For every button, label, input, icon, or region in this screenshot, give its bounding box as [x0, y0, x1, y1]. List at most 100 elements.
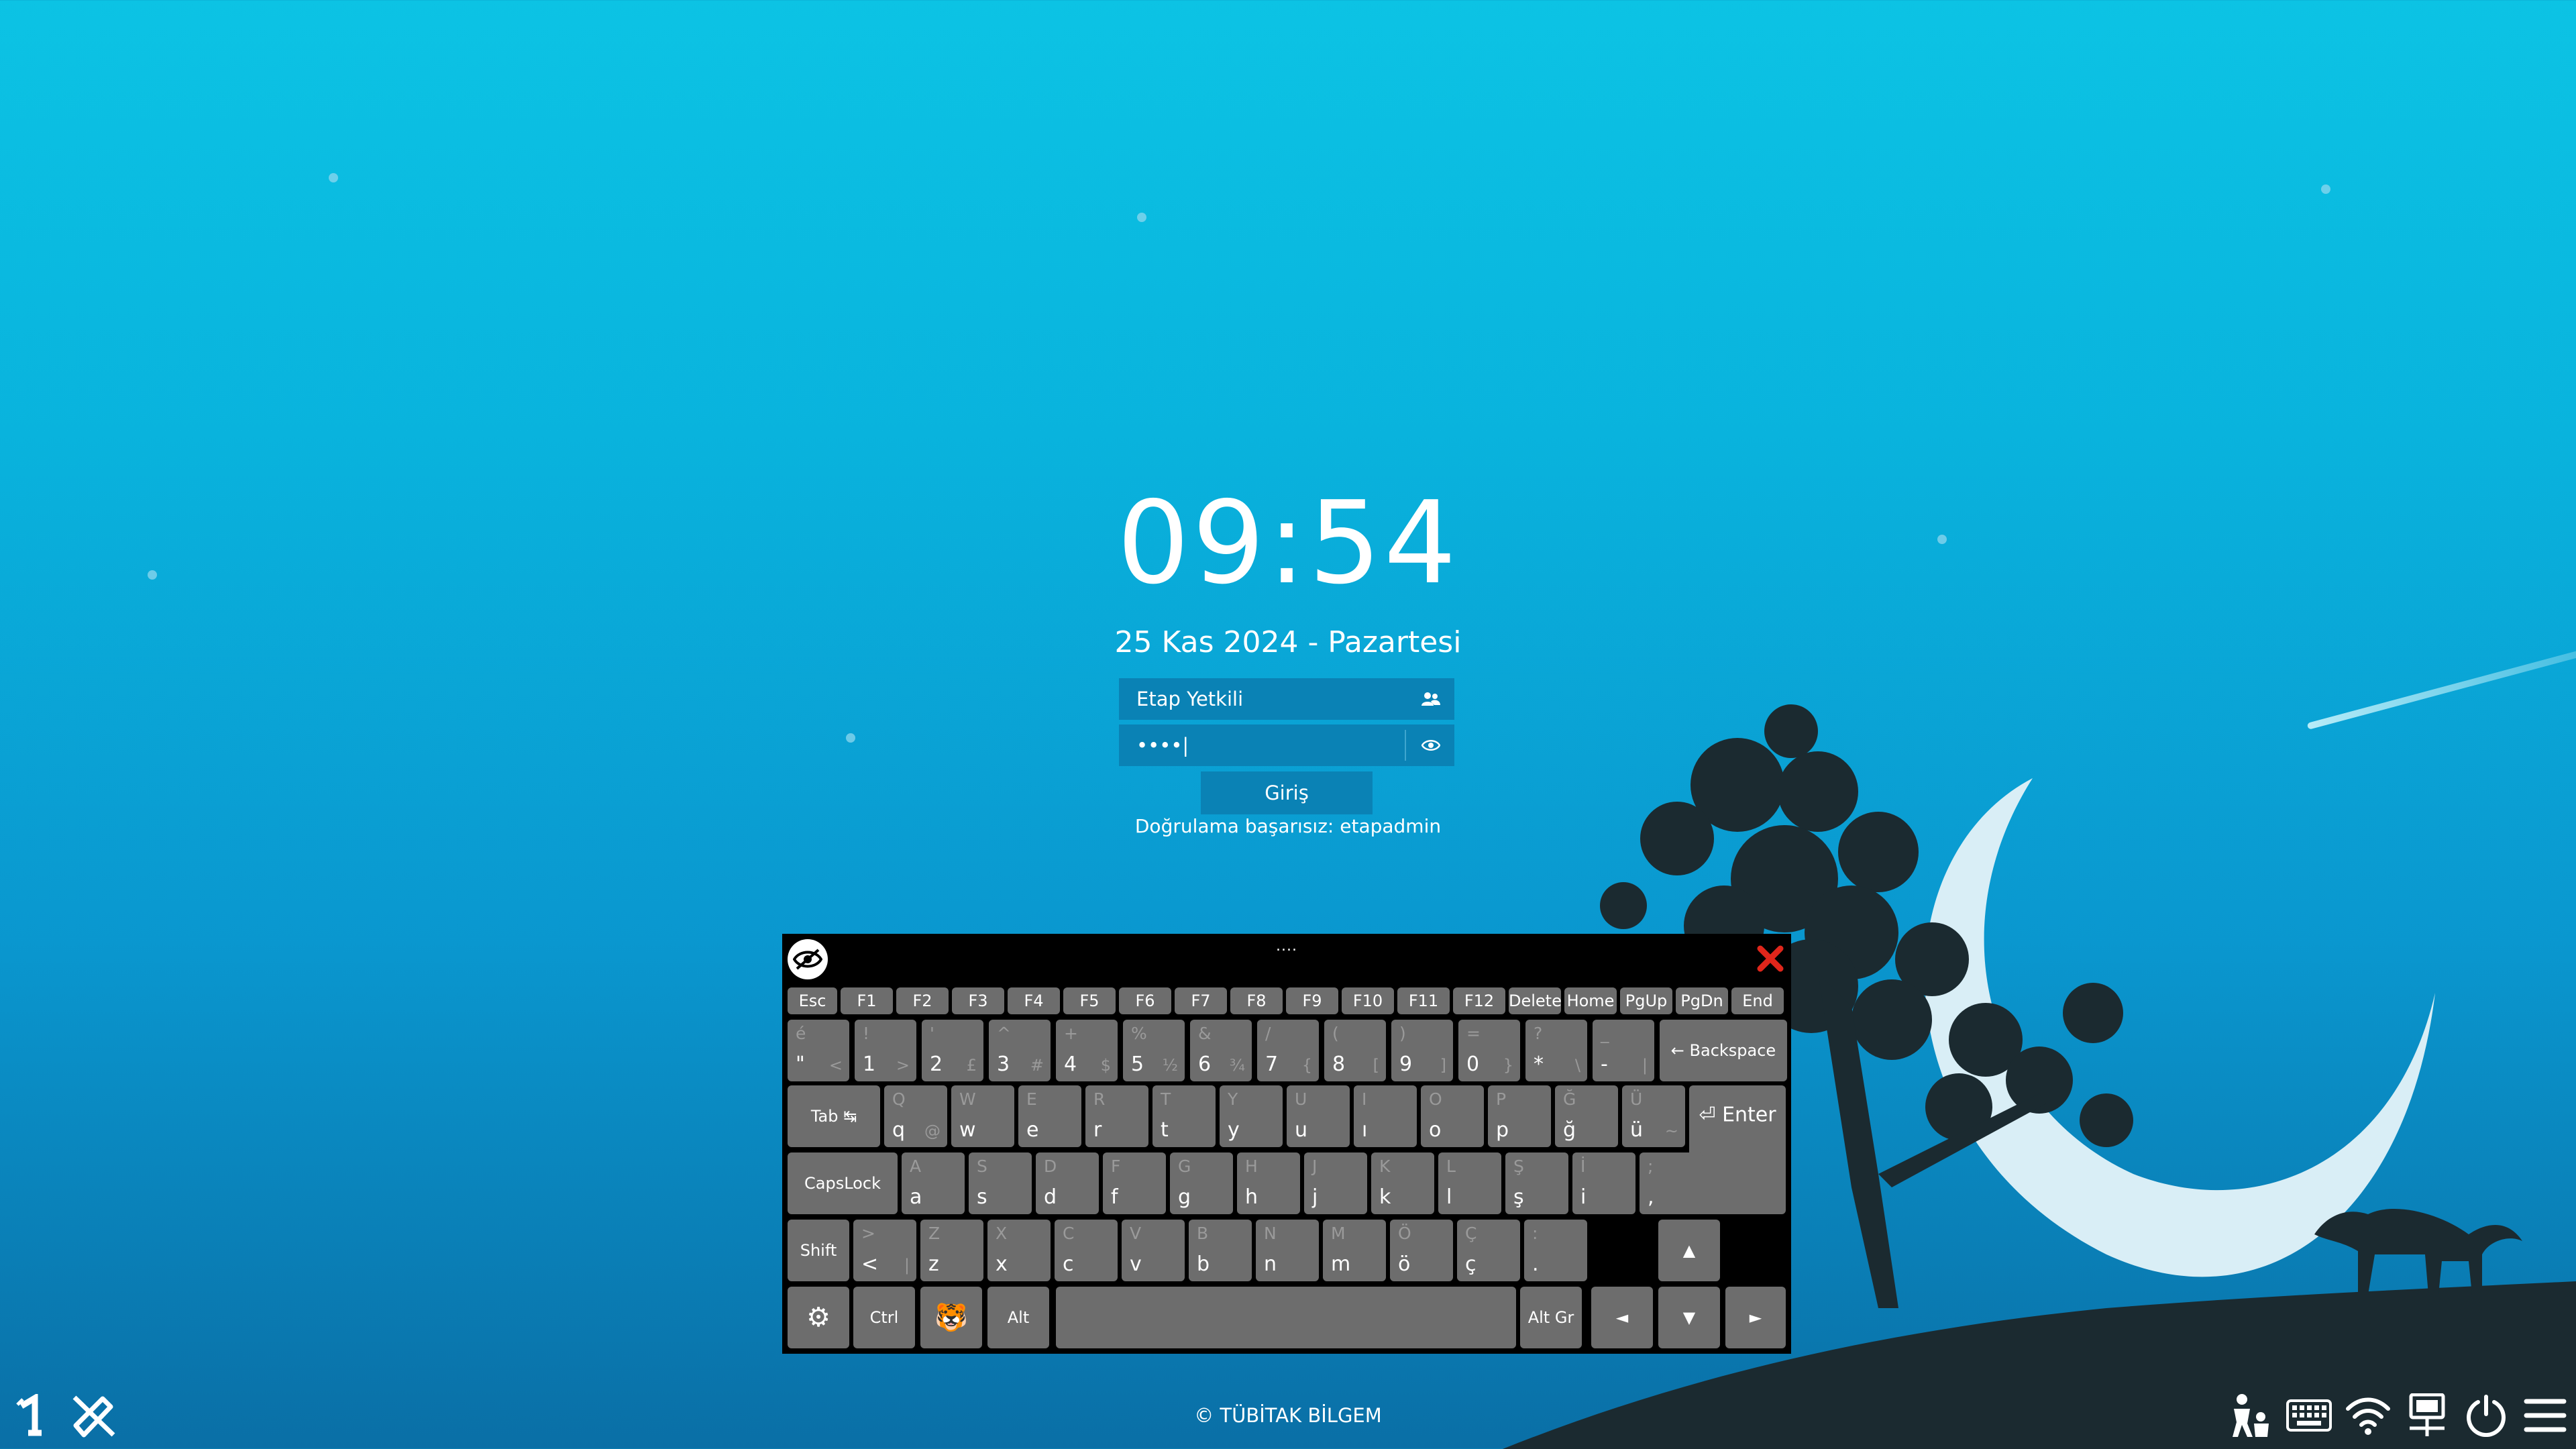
key-home[interactable]: Home — [1564, 987, 1617, 1014]
users-icon[interactable] — [1407, 678, 1454, 720]
key-f12[interactable]: F12 — [1453, 987, 1505, 1014]
key-f10[interactable]: F10 — [1342, 987, 1394, 1014]
key--[interactable]: _ - | — [1593, 1020, 1654, 1081]
key-i[interactable]: İi — [1572, 1152, 1635, 1214]
key-capslock[interactable]: CapsLock — [788, 1152, 898, 1214]
key-2[interactable]: ' 2 £ — [922, 1020, 983, 1081]
arrow-left-key[interactable]: ◄ — [1591, 1287, 1653, 1348]
key-3[interactable]: ^ 3 # — [989, 1020, 1051, 1081]
key-alt[interactable]: Alt — [987, 1287, 1049, 1348]
key-f5[interactable]: F5 — [1063, 987, 1116, 1014]
power-icon[interactable] — [2459, 1389, 2513, 1442]
key-f4[interactable]: F4 — [1008, 987, 1060, 1014]
key-f11[interactable]: F11 — [1397, 987, 1450, 1014]
key-f1[interactable]: F1 — [841, 987, 893, 1014]
key-l[interactable]: Ll — [1438, 1152, 1501, 1214]
on-screen-keyboard[interactable]: .... Esc F1 F2 F3 F4 F5 F6 F7 F8 F9 F10 F11 F12 Delet… — [782, 934, 1791, 1354]
key-f2[interactable]: F2 — [896, 987, 949, 1014]
key-*[interactable]: ? * \ — [1525, 1020, 1587, 1081]
key-6[interactable]: & 6 ¾ — [1190, 1020, 1252, 1081]
arrow-up-key[interactable]: ▲ — [1658, 1220, 1720, 1281]
key-f3[interactable]: F3 — [952, 987, 1004, 1014]
key-5[interactable]: % 5 ½ — [1123, 1020, 1185, 1081]
password-field[interactable]: ••••| — [1119, 724, 1454, 766]
key-delete[interactable]: Delete — [1509, 987, 1562, 1014]
key-alt-gr[interactable]: Alt Gr — [1520, 1287, 1582, 1348]
key-ç[interactable]: Çç — [1457, 1220, 1520, 1281]
key-shift-label: ( — [1332, 1024, 1339, 1043]
key-ğ[interactable]: Ğğ — [1555, 1085, 1618, 1147]
key-1[interactable]: ! 1 > — [855, 1020, 916, 1081]
login-button[interactable]: Giriş — [1201, 771, 1373, 814]
key-.[interactable]: :. — [1524, 1220, 1587, 1281]
key-enter[interactable]: ⏎ Enter — [1689, 1085, 1786, 1214]
arrow-right-key[interactable]: ► — [1725, 1287, 1786, 1348]
key-p[interactable]: Pp — [1488, 1085, 1551, 1147]
key-<[interactable]: > < | — [853, 1220, 916, 1281]
key-ı[interactable]: Iı — [1354, 1085, 1417, 1147]
key-r[interactable]: Rr — [1085, 1085, 1148, 1147]
pardus-tiger-icon[interactable]: 🐯 — [920, 1287, 982, 1348]
key-s[interactable]: Ss — [969, 1152, 1032, 1214]
key-x[interactable]: Xx — [987, 1220, 1051, 1281]
key-f9[interactable]: F9 — [1286, 987, 1338, 1014]
pardus-logo-icon[interactable] — [67, 1389, 121, 1442]
key-q[interactable]: Qq @ — [884, 1085, 947, 1147]
key-,[interactable]: ;, — [1640, 1152, 1703, 1214]
accessibility-icon[interactable] — [2223, 1389, 2277, 1442]
key-shift-label: P — [1496, 1089, 1507, 1109]
space-bar[interactable] — [1056, 1287, 1516, 1348]
key-d[interactable]: Dd — [1036, 1152, 1099, 1214]
key-y[interactable]: Yy — [1220, 1085, 1283, 1147]
key-z[interactable]: Zz — [920, 1220, 983, 1281]
keyboard-icon[interactable] — [2282, 1389, 2336, 1442]
workspace-1-icon[interactable] — [8, 1389, 62, 1442]
username-field[interactable]: Etap Yetkili — [1119, 678, 1454, 720]
key-9[interactable]: ) 9] — [1391, 1020, 1453, 1081]
close-keyboard-icon[interactable] — [1756, 945, 1784, 973]
key-f8[interactable]: F8 — [1230, 987, 1283, 1014]
key-w[interactable]: Ww — [951, 1085, 1014, 1147]
key-o[interactable]: Oo — [1421, 1085, 1484, 1147]
key-8[interactable]: (8 [ — [1324, 1020, 1386, 1081]
key-u[interactable]: Uu — [1287, 1085, 1350, 1147]
key-h[interactable]: Hh — [1237, 1152, 1300, 1214]
key-t[interactable]: Tt — [1152, 1085, 1216, 1147]
key-k[interactable]: Kk — [1371, 1152, 1434, 1214]
show-password-eye-icon[interactable] — [1407, 724, 1454, 766]
keyboard-title-bar[interactable]: .... — [782, 934, 1791, 982]
key-pgup[interactable]: PgUp — [1620, 987, 1672, 1014]
key-pgdn[interactable]: PgDn — [1676, 987, 1728, 1014]
key-"[interactable]: é " < — [788, 1020, 849, 1081]
key-0[interactable]: = 0} — [1458, 1020, 1520, 1081]
key-7[interactable]: / 7 { — [1257, 1020, 1319, 1081]
settings-gear-icon[interactable]: ⚙ — [788, 1287, 849, 1348]
menu-icon[interactable] — [2518, 1389, 2572, 1442]
key-b[interactable]: Bb — [1189, 1220, 1252, 1281]
key-esc[interactable]: Esc — [788, 987, 837, 1014]
key-f6[interactable]: F6 — [1119, 987, 1171, 1014]
key-n[interactable]: Nn — [1256, 1220, 1319, 1281]
key-end[interactable]: End — [1731, 987, 1784, 1014]
key-ö[interactable]: Öö — [1390, 1220, 1453, 1281]
key-e[interactable]: Ee — [1018, 1085, 1081, 1147]
key-c[interactable]: Cc — [1055, 1220, 1118, 1281]
key-j[interactable]: Jj — [1304, 1152, 1367, 1214]
key-v[interactable]: Vv — [1122, 1220, 1185, 1281]
network-icon[interactable] — [2400, 1389, 2454, 1442]
wifi-icon[interactable] — [2341, 1389, 2395, 1442]
key-f[interactable]: Ff — [1103, 1152, 1166, 1214]
key-4[interactable]: +4 $ — [1056, 1020, 1118, 1081]
key-g[interactable]: Gg — [1170, 1152, 1233, 1214]
key-backspace[interactable]: ← Backspace — [1660, 1020, 1787, 1081]
key-f7[interactable]: F7 — [1175, 987, 1227, 1014]
key-ctrl[interactable]: Ctrl — [853, 1287, 915, 1348]
key-m[interactable]: Mm — [1323, 1220, 1386, 1281]
key-ş[interactable]: Şş — [1505, 1152, 1568, 1214]
key-ü[interactable]: Üü ~ — [1622, 1085, 1685, 1147]
key-shift[interactable]: Shift — [788, 1220, 849, 1281]
key-a[interactable]: Aa — [902, 1152, 965, 1214]
arrow-down-key[interactable]: ▼ — [1658, 1287, 1720, 1348]
keyboard-drag-handle[interactable]: .... — [782, 938, 1791, 955]
key-tab[interactable]: Tab ↹ — [788, 1085, 880, 1147]
